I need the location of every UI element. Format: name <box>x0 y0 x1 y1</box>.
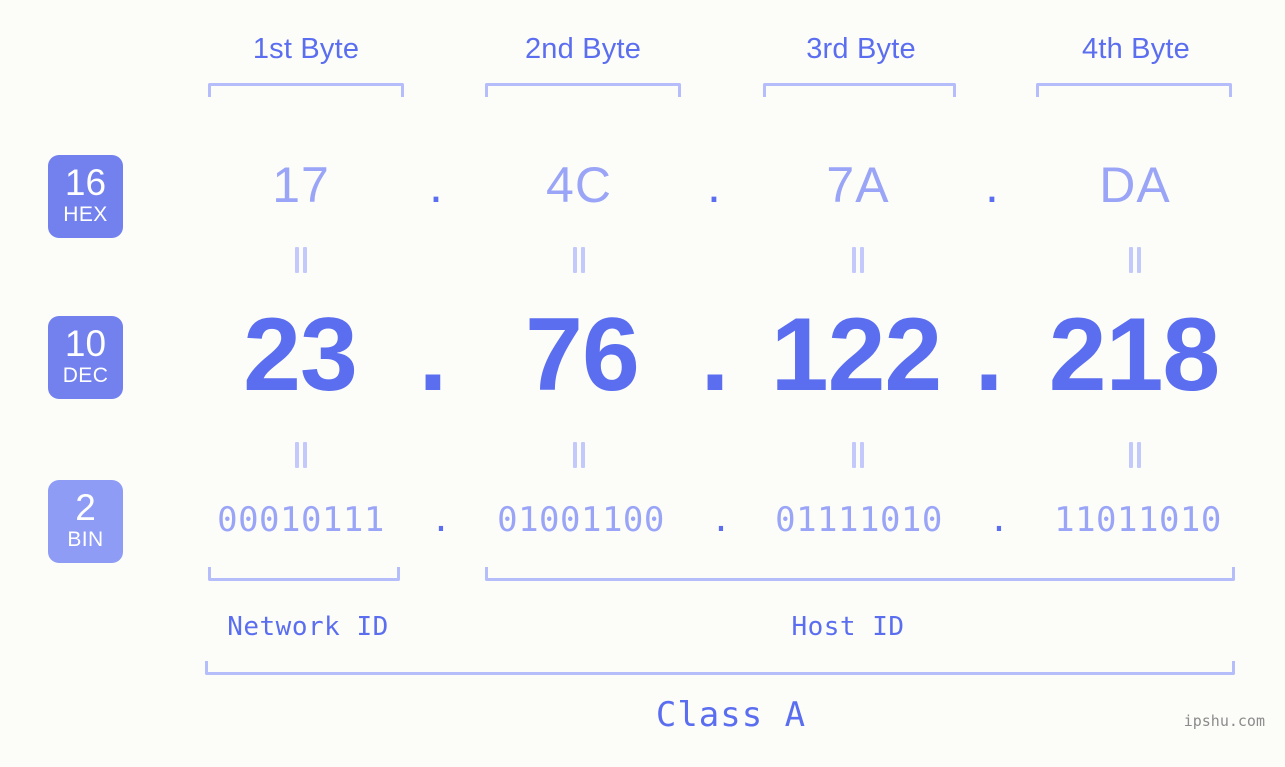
hex-byte-3: 7A <box>826 157 890 213</box>
equals-mark-hex-dec-3 <box>847 247 869 273</box>
host-id-label: Host ID <box>791 612 905 642</box>
base-badge-bin-number: 2 <box>75 487 96 528</box>
network-id-label: Network ID <box>227 612 389 642</box>
base-badge-bin: 2 BIN <box>48 480 123 563</box>
bin-separator-3: . <box>988 500 1010 540</box>
base-badge-bin-name: BIN <box>67 528 104 551</box>
equals-mark-dec-bin-3 <box>847 442 869 468</box>
dec-byte-3: 122 <box>770 297 943 413</box>
host-id-bracket <box>485 567 1235 581</box>
hex-byte-1: 17 <box>272 157 330 213</box>
bin-byte-4: 11011010 <box>1054 500 1222 540</box>
site-watermark: ipshu.com <box>1183 712 1265 730</box>
dec-byte-2: 76 <box>525 297 640 413</box>
network-id-bracket <box>208 567 400 581</box>
byte-header-2: 2nd Byte <box>524 33 642 65</box>
hex-separator-3: . <box>985 157 999 213</box>
equals-mark-hex-dec-4 <box>1124 247 1146 273</box>
byte-bracket-1 <box>208 83 404 97</box>
hex-separator-2: . <box>707 157 721 213</box>
base-badge-dec-name: DEC <box>62 364 109 387</box>
byte-header-4: 4th Byte <box>1082 33 1190 65</box>
byte-header-3: 3rd Byte <box>806 33 916 65</box>
bin-separator-1: . <box>430 500 452 540</box>
base-badge-hex: 16 HEX <box>48 155 123 238</box>
equals-mark-dec-bin-1 <box>290 442 312 468</box>
byte-header-1: 1st Byte <box>252 33 360 65</box>
hex-byte-4: DA <box>1099 157 1171 213</box>
byte-bracket-2 <box>485 83 681 97</box>
equals-mark-dec-bin-2 <box>568 442 590 468</box>
base-badge-dec-number: 10 <box>64 323 107 364</box>
bin-byte-1: 00010111 <box>217 500 385 540</box>
hex-separator-1: . <box>429 157 443 213</box>
byte-bracket-3 <box>763 83 956 97</box>
bin-byte-2: 01001100 <box>497 500 665 540</box>
dec-separator-1: . <box>418 297 448 413</box>
base-badge-hex-number: 16 <box>64 162 107 203</box>
equals-mark-dec-bin-4 <box>1124 442 1146 468</box>
ip-breakdown-diagram: 1st Byte 2nd Byte 3rd Byte 4th Byte 16 H… <box>0 0 1285 767</box>
class-label: Class A <box>655 695 807 735</box>
dec-separator-2: . <box>700 297 730 413</box>
dec-byte-4: 218 <box>1048 297 1221 413</box>
equals-mark-hex-dec-1 <box>290 247 312 273</box>
class-bracket <box>205 661 1235 675</box>
dec-byte-1: 23 <box>243 297 358 413</box>
byte-bracket-4 <box>1036 83 1232 97</box>
bin-separator-2: . <box>710 500 732 540</box>
base-badge-dec: 10 DEC <box>48 316 123 399</box>
base-badge-hex-name: HEX <box>63 203 108 226</box>
bin-byte-3: 01111010 <box>775 500 943 540</box>
dec-separator-3: . <box>974 297 1004 413</box>
equals-mark-hex-dec-2 <box>568 247 590 273</box>
hex-byte-2: 4C <box>546 157 612 213</box>
